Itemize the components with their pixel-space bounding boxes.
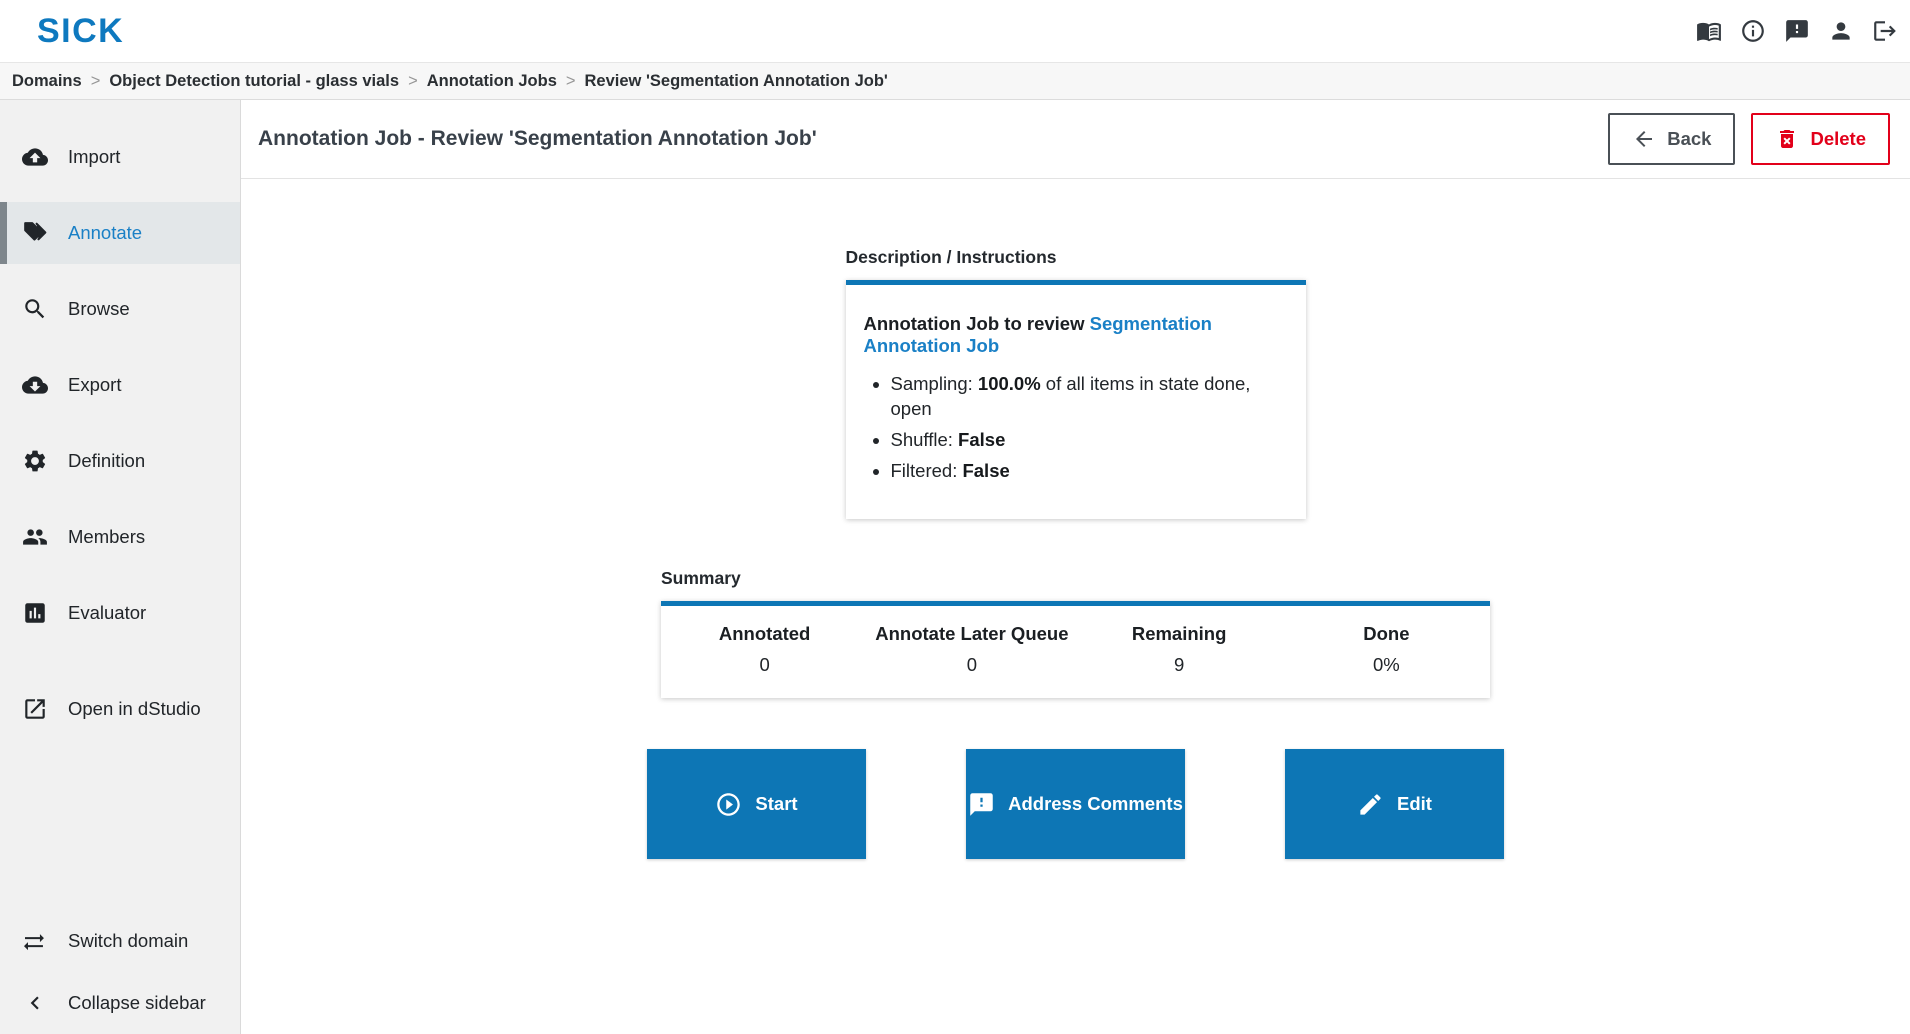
- content-header: Annotation Job - Review 'Segmentation An…: [241, 100, 1910, 179]
- cloud-download-icon: [22, 376, 48, 394]
- bullet-prefix: Filtered:: [890, 460, 963, 481]
- sidebar-item-open-in-dstudio[interactable]: Open in dStudio: [0, 678, 240, 740]
- summary-label: Annotated: [718, 623, 811, 644]
- sidebar-item-label: Export: [68, 374, 122, 395]
- sick-logo: SICK: [37, 11, 125, 50]
- sidebar-footer: Switch domain Collapse sidebar: [0, 910, 240, 1034]
- address-comments-button[interactable]: Address Comments: [966, 749, 1185, 859]
- feedback-icon[interactable]: [1783, 18, 1810, 45]
- description-card: Annotation Job to review Segmentation An…: [845, 280, 1306, 519]
- play-circle-icon: [717, 792, 741, 816]
- bullet-prefix: Shuffle:: [890, 429, 959, 450]
- page-title: Annotation Job - Review 'Segmentation An…: [258, 127, 817, 150]
- sidebar-item-label: Collapse sidebar: [68, 992, 206, 1013]
- bar-chart-icon: [25, 603, 45, 623]
- summary-card: Annotated 0 Annotate Later Queue 0 Remai…: [661, 601, 1490, 698]
- bullet-shuffle: Shuffle: False: [891, 427, 1288, 452]
- sidebar-item-import[interactable]: Import: [0, 126, 240, 188]
- summary-heading: Summary: [661, 568, 741, 588]
- bullet-bold-value: False: [962, 460, 1010, 481]
- content-body: Description / Instructions Annotation Jo…: [241, 179, 1910, 859]
- description-heading: Description / Instructions: [845, 247, 1057, 267]
- sidebar-item-label: Open in dStudio: [68, 698, 201, 719]
- summary-label: Remaining: [1131, 623, 1227, 644]
- summary-col-done: Done 0%: [1283, 623, 1490, 698]
- sidebar-item-label: Evaluator: [68, 602, 147, 623]
- bullet-filtered: Filtered: False: [891, 458, 1288, 483]
- breadcrumb-current-job: Review 'Segmentation Annotation Job': [584, 71, 888, 90]
- breadcrumb-domain[interactable]: Object Detection tutorial - glass vials: [109, 72, 399, 91]
- breadcrumb-separator: >: [90, 71, 101, 90]
- breadcrumb: Domains > Object Detection tutorial - gl…: [0, 62, 1910, 100]
- summary-section: Summary Annotated 0 Annotate Later Queue…: [661, 568, 1490, 698]
- user-icon[interactable]: [1827, 18, 1854, 45]
- sidebar: Import Annotate Browse Export Definition…: [0, 100, 241, 1034]
- delete-button[interactable]: Delete: [1751, 113, 1890, 165]
- header-buttons: Back Delete: [1608, 113, 1890, 165]
- summary-label: Done: [1363, 623, 1410, 644]
- chevron-left-icon: [30, 996, 39, 1010]
- pencil-icon: [1360, 793, 1381, 815]
- delete-button-label: Delete: [1810, 128, 1866, 149]
- cloud-upload-icon: [22, 148, 48, 166]
- sidebar-item-export[interactable]: Export: [0, 354, 240, 416]
- summary-col-annotated: Annotated 0: [661, 623, 868, 698]
- trash-icon: [1780, 130, 1795, 148]
- breadcrumb-annotation-jobs[interactable]: Annotation Jobs: [427, 72, 557, 91]
- people-icon: [23, 529, 47, 545]
- sidebar-item-label: Switch domain: [68, 930, 189, 951]
- sidebar-item-switch-domain[interactable]: Switch domain: [0, 910, 240, 972]
- bullet-bold-value: 100.0%: [977, 373, 1041, 394]
- gear-icon: [24, 450, 46, 472]
- main-row: Import Annotate Browse Export Definition…: [0, 100, 1910, 1034]
- bullet-prefix: Sampling:: [890, 373, 978, 394]
- description-section: Description / Instructions Annotation Jo…: [845, 247, 1306, 519]
- address-comments-button-label: Address Comments: [1008, 793, 1183, 814]
- documentation-icon[interactable]: [1695, 18, 1722, 45]
- sidebar-item-label: Browse: [68, 298, 130, 319]
- sidebar-item-definition[interactable]: Definition: [0, 430, 240, 492]
- open-external-icon: [25, 699, 45, 719]
- breadcrumb-separator: >: [565, 71, 576, 90]
- back-button-label: Back: [1667, 128, 1712, 149]
- sidebar-item-label: Import: [68, 146, 121, 167]
- summary-label: Annotate Later Queue: [875, 623, 1069, 644]
- sidebar-item-collapse-sidebar[interactable]: Collapse sidebar: [0, 972, 240, 1034]
- description-intro-text: Annotation Job to review: [863, 313, 1090, 334]
- start-button-label: Start: [755, 793, 798, 814]
- comment-exclamation-icon: [970, 792, 993, 816]
- bullet-bold-value: False: [958, 429, 1006, 450]
- edit-button-label: Edit: [1397, 793, 1432, 814]
- sidebar-item-members[interactable]: Members: [0, 506, 240, 568]
- tags-icon: [24, 222, 47, 241]
- logout-icon[interactable]: [1871, 18, 1898, 45]
- info-icon[interactable]: [1739, 18, 1766, 45]
- breadcrumb-separator: >: [408, 71, 418, 90]
- sidebar-item-annotate[interactable]: Annotate: [0, 202, 240, 264]
- start-button[interactable]: Start: [647, 749, 866, 859]
- summary-col-remaining: Remaining 9: [1076, 623, 1283, 698]
- arrow-left-icon: [1636, 131, 1653, 147]
- edit-button[interactable]: Edit: [1285, 749, 1504, 859]
- summary-col-annotate-later-queue: Annotate Later Queue 0: [868, 623, 1075, 698]
- search-icon: [25, 299, 45, 319]
- actions-row: Start Address Comments Edit: [647, 749, 1504, 859]
- summary-value: 9: [1173, 654, 1185, 675]
- summary-value: 0: [759, 654, 770, 675]
- back-button[interactable]: Back: [1608, 113, 1736, 165]
- sidebar-item-label: Annotate: [68, 222, 143, 243]
- content-area: Annotation Job - Review 'Segmentation An…: [241, 100, 1910, 1034]
- top-bar: SICK: [0, 0, 1910, 62]
- summary-value: 0: [966, 654, 978, 675]
- breadcrumb-domains[interactable]: Domains: [12, 72, 82, 91]
- summary-value: 0%: [1373, 654, 1400, 675]
- bullet-sampling: Sampling: 100.0% of all items in state d…: [891, 371, 1288, 421]
- sidebar-item-label: Members: [68, 526, 146, 547]
- sidebar-item-evaluator[interactable]: Evaluator: [0, 582, 240, 644]
- sidebar-item-label: Definition: [68, 450, 146, 471]
- swap-arrows-icon: [23, 934, 44, 951]
- topbar-icon-group: [1695, 18, 1898, 45]
- sidebar-item-browse[interactable]: Browse: [0, 278, 240, 340]
- description-bullet-list: Sampling: 100.0% of all items in state d…: [864, 371, 1288, 483]
